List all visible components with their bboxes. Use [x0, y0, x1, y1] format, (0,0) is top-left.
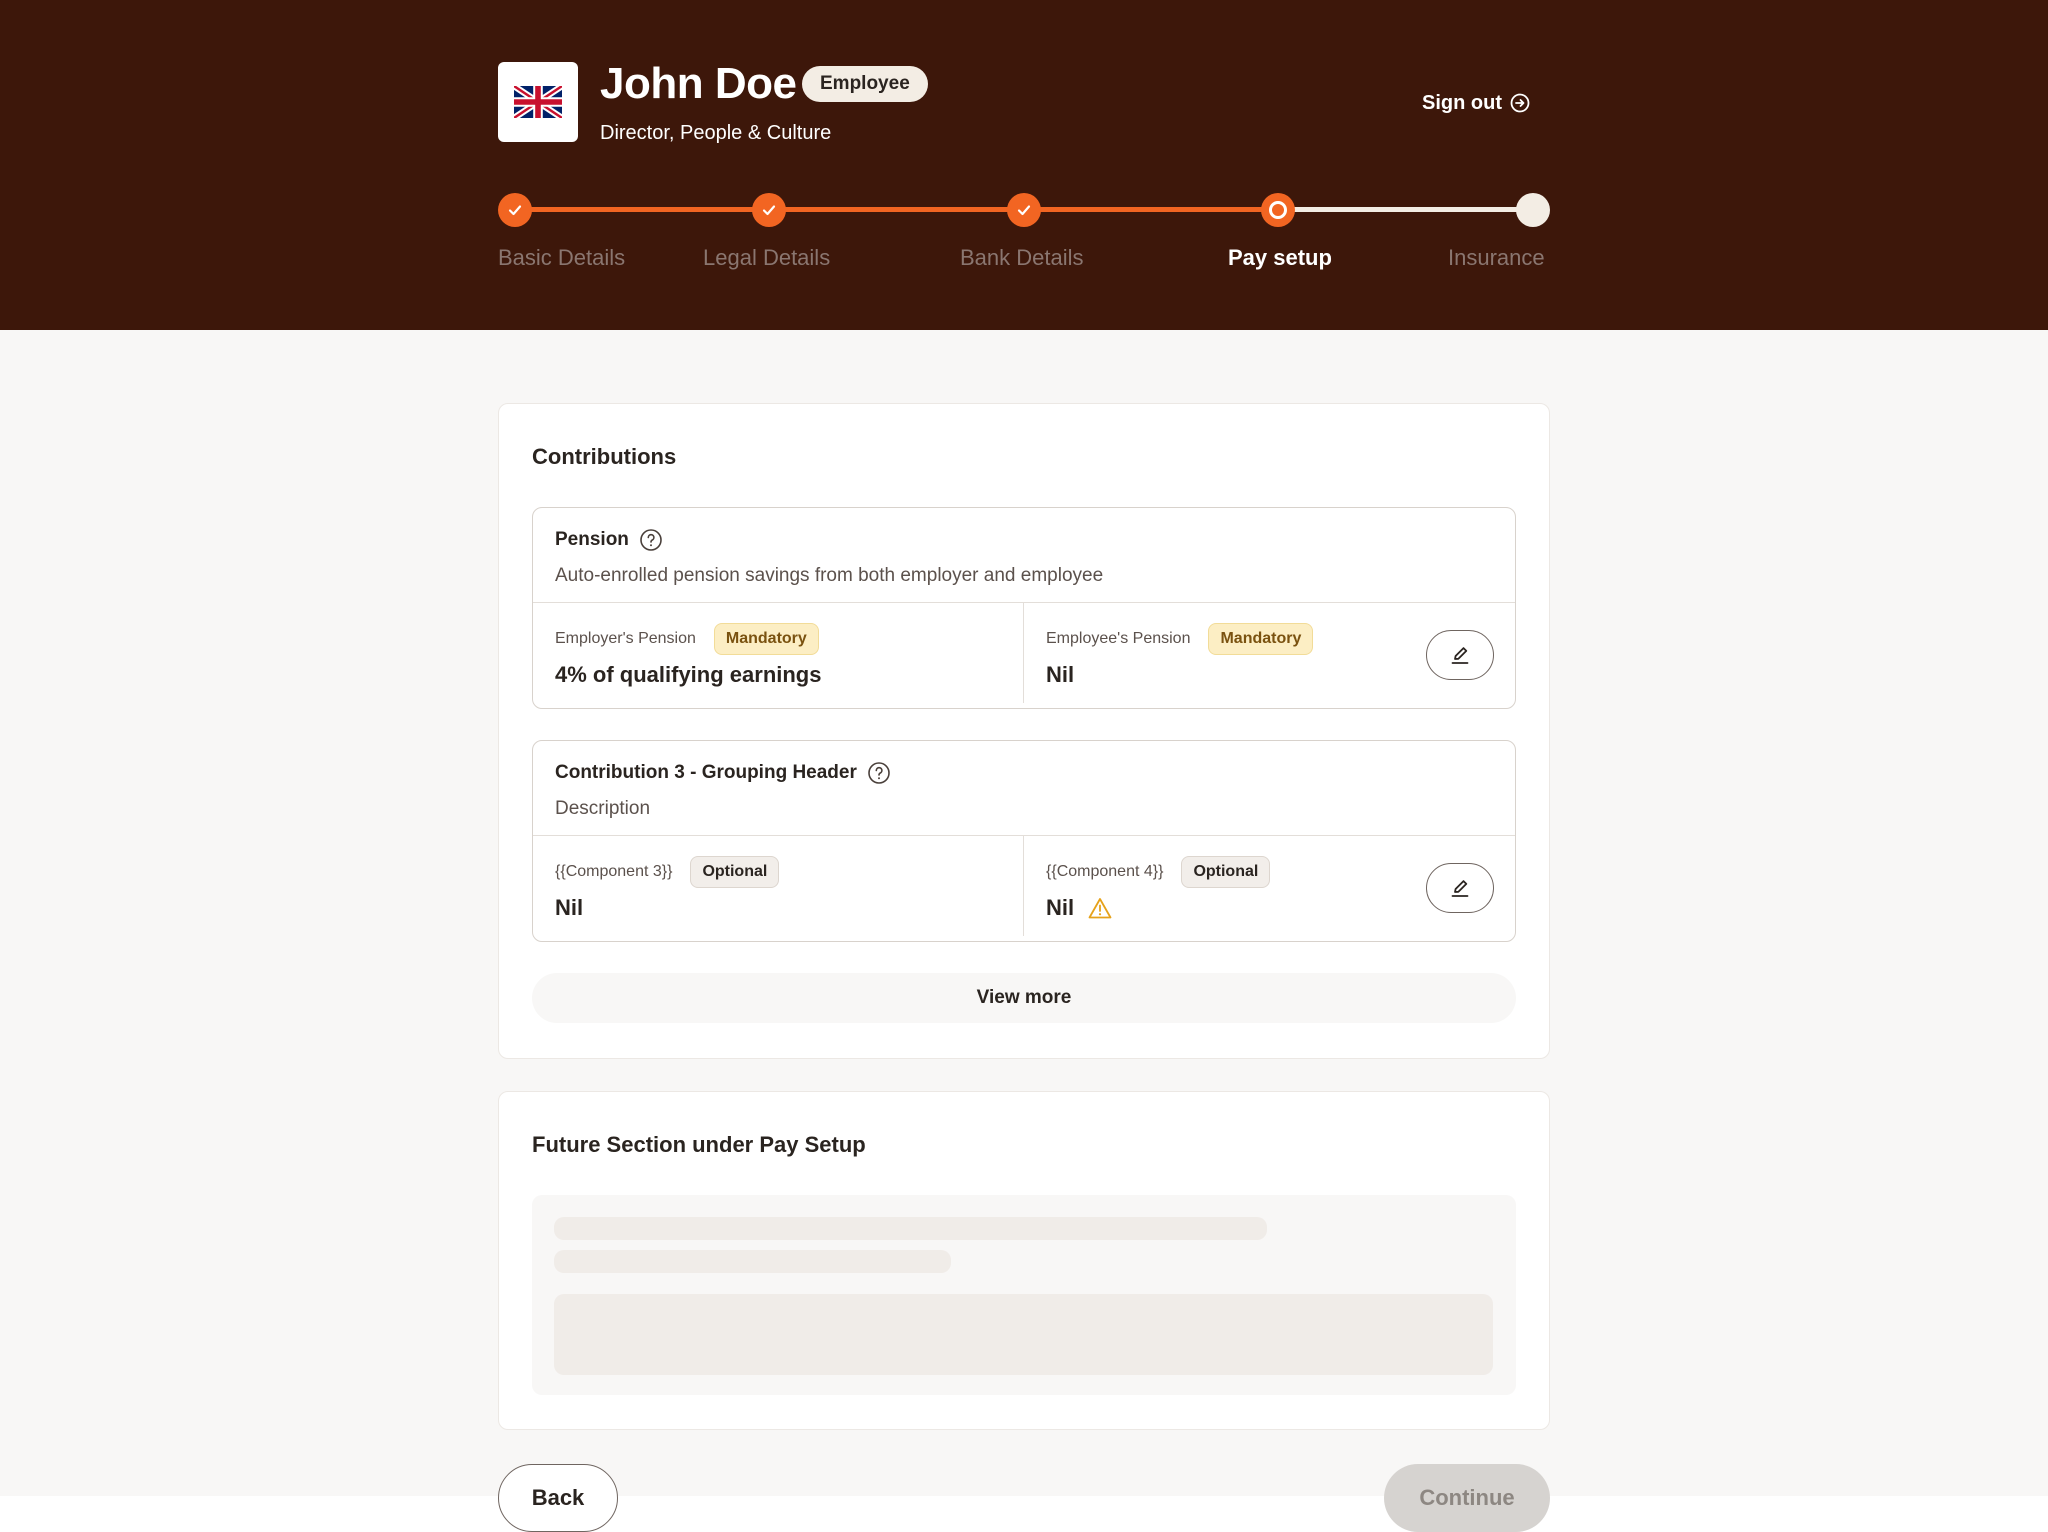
field-label: Employer's Pension [555, 630, 696, 647]
check-icon [762, 205, 776, 216]
edit-pension-button[interactable] [1426, 630, 1494, 680]
group-name-text: Pension [555, 529, 629, 550]
value-text: Nil [555, 895, 584, 920]
edit-contribution-3-button[interactable] [1426, 863, 1494, 913]
optional-tag: Optional [1181, 856, 1271, 888]
step-connector [769, 207, 1024, 212]
cell-label-row: {{Component 4}} Optional [1046, 856, 1271, 888]
step-label-pay-setup: Pay setup [1228, 245, 1332, 270]
cell-label-row: {{Component 3}} Optional [555, 856, 780, 888]
skeleton-line [554, 1250, 951, 1273]
cell-label-row: Employee's Pension Mandatory [1046, 623, 1314, 655]
group-description: Auto-enrolled pension savings from both … [555, 565, 1104, 586]
group-title: Contribution 3 - Grouping Header [555, 761, 891, 785]
field-value: Nil [555, 894, 583, 922]
future-section-card: Future Section under Pay Setup [498, 1091, 1550, 1430]
optional-tag: Optional [690, 856, 780, 888]
cell-label-row: Employer's Pension Mandatory [555, 623, 819, 655]
value-text: Nil [1046, 662, 1075, 687]
component-4-cell: {{Component 4}} Optional Nil [1024, 836, 1515, 936]
view-more-button[interactable]: View more [532, 973, 1516, 1023]
progress-stepper: Basic Details Legal Details Bank Details… [0, 0, 2048, 330]
field-value: 4% of qualifying earnings [555, 661, 821, 689]
contributions-title: Contributions [532, 444, 677, 469]
check-icon [1017, 205, 1031, 216]
value-text: Nil [1046, 895, 1075, 920]
step-label-basic-details: Basic Details [498, 245, 626, 270]
skeleton-block [554, 1294, 1493, 1375]
field-label: {{Component 3}} [555, 863, 673, 880]
step-insurance-indicator [1516, 193, 1550, 227]
pencil-icon [1451, 647, 1469, 664]
group-header: Contribution 3 - Grouping Header Descrip… [533, 741, 1515, 836]
field-value: Nil [1046, 894, 1112, 922]
step-connector [515, 207, 769, 212]
pension-group: Pension Auto-enrolled pension savings fr… [532, 507, 1516, 709]
group-description: Description [555, 798, 651, 819]
step-label-insurance: Insurance [1448, 245, 1545, 270]
step-label-legal-details: Legal Details [703, 245, 831, 270]
component-3-cell: {{Component 3}} Optional Nil [533, 836, 1024, 936]
footer-bar [0, 1496, 2048, 1532]
help-icon[interactable] [639, 528, 663, 552]
back-button[interactable]: Back [498, 1464, 618, 1532]
field-label: Employee's Pension [1046, 630, 1191, 647]
step-pay-setup-indicator [1261, 193, 1295, 227]
check-icon [508, 205, 522, 216]
continue-button[interactable]: Continue [1384, 1464, 1550, 1532]
help-icon[interactable] [867, 761, 891, 785]
contributions-card: Contributions Pension Auto-enrolled pens… [498, 403, 1550, 1059]
group-header: Pension Auto-enrolled pension savings fr… [533, 508, 1515, 603]
step-connector [1278, 207, 1533, 212]
employer-pension-cell: Employer's Pension Mandatory 4% of quali… [533, 603, 1024, 703]
field-value: Nil [1046, 661, 1074, 689]
warning-icon [1088, 898, 1112, 919]
mandatory-tag: Mandatory [713, 623, 819, 655]
value-text: 4% of qualifying earnings [555, 662, 822, 687]
employee-pension-cell: Employee's Pension Mandatory Nil [1024, 603, 1515, 703]
mandatory-tag: Mandatory [1208, 623, 1314, 655]
group-title: Pension [555, 528, 663, 552]
future-section-title: Future Section under Pay Setup [532, 1132, 866, 1157]
skeleton-placeholder [532, 1195, 1516, 1395]
field-label: {{Component 4}} [1046, 863, 1164, 880]
step-connector [1024, 207, 1278, 212]
group-name-text: Contribution 3 - Grouping Header [555, 762, 857, 783]
pencil-icon [1451, 880, 1469, 897]
step-basic-details-indicator [498, 193, 532, 227]
contribution-3-group: Contribution 3 - Grouping Header Descrip… [532, 740, 1516, 942]
step-legal-details-indicator [752, 193, 786, 227]
skeleton-line [554, 1217, 1267, 1240]
current-step-ring [1269, 201, 1287, 219]
step-bank-details-indicator [1007, 193, 1041, 227]
step-label-bank-details: Bank Details [960, 245, 1084, 270]
